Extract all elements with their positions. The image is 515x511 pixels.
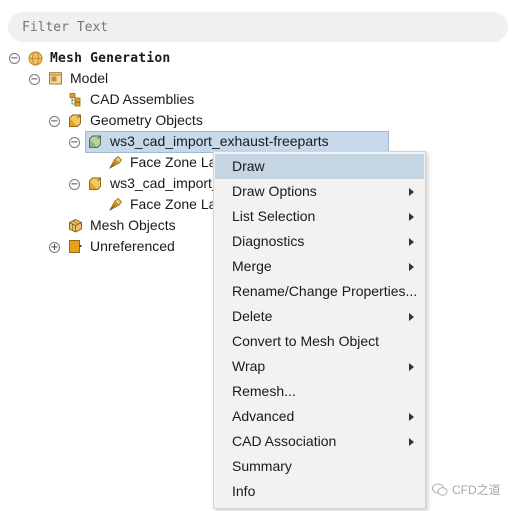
tree-item-face-zone-labels-2[interactable]: Face Zone La	[130, 196, 216, 212]
collapse-toggle-geom-item-1[interactable]: −	[69, 137, 80, 148]
tree-item-model[interactable]: Model	[70, 70, 108, 86]
menu-item-remesh[interactable]: Remesh...	[215, 379, 424, 404]
tree-item-mesh-generation[interactable]: Mesh Generation	[50, 51, 170, 66]
collapse-toggle-root[interactable]: −	[9, 53, 20, 64]
tree-item-geom-object-2[interactable]: ws3_cad_import_	[110, 175, 220, 191]
menu-item-cad-association[interactable]: CAD Association	[215, 429, 424, 454]
menu-item-summary[interactable]: Summary	[215, 454, 424, 479]
context-menu: Draw Draw Options List Selection Diagnos…	[213, 151, 426, 509]
menu-item-advanced[interactable]: Advanced	[215, 404, 424, 429]
menu-item-merge[interactable]: Merge	[215, 254, 424, 279]
expand-toggle-unreferenced[interactable]: +	[49, 242, 60, 253]
submenu-arrow-icon	[409, 438, 414, 446]
menu-item-wrap[interactable]: Wrap	[215, 354, 424, 379]
submenu-arrow-icon	[409, 213, 414, 221]
submenu-arrow-icon	[409, 413, 414, 421]
face-zone-labels-icon	[108, 155, 123, 170]
tree-item-geom-object-1[interactable]: ws3_cad_import_exhaust-freeparts	[110, 133, 329, 149]
filter-text-input[interactable]	[8, 12, 508, 42]
submenu-arrow-icon	[409, 263, 414, 271]
submenu-arrow-icon	[409, 238, 414, 246]
menu-item-list-selection[interactable]: List Selection	[215, 204, 424, 229]
menu-item-info[interactable]: Info	[215, 479, 424, 504]
watermark-text: CFD之道	[452, 483, 501, 497]
watermark: CFD之道	[432, 481, 501, 498]
menu-item-draw[interactable]: Draw	[215, 154, 424, 179]
menu-item-convert-to-mesh-object[interactable]: Convert to Mesh Object	[215, 329, 424, 354]
collapse-toggle-geometry-objects[interactable]: −	[49, 116, 60, 127]
tree-item-unreferenced[interactable]: Unreferenced	[90, 238, 175, 254]
geometry-object-green-icon	[89, 135, 101, 148]
face-zone-labels-icon	[108, 197, 123, 212]
geometry-objects-icon	[69, 114, 81, 127]
globe-icon	[28, 51, 43, 66]
submenu-arrow-icon	[409, 188, 414, 196]
menu-item-draw-options[interactable]: Draw Options	[215, 179, 424, 204]
tree-item-face-zone-labels-1[interactable]: Face Zone La	[130, 154, 216, 170]
menu-item-diagnostics[interactable]: Diagnostics	[215, 229, 424, 254]
geometry-object-orange-icon	[89, 177, 101, 190]
mesh-objects-icon	[69, 218, 82, 233]
tree-item-mesh-objects[interactable]: Mesh Objects	[90, 217, 176, 233]
cad-assemblies-icon	[69, 93, 81, 107]
unreferenced-icon	[69, 240, 82, 253]
submenu-arrow-icon	[409, 363, 414, 371]
collapse-toggle-geom-item-2[interactable]: −	[69, 179, 80, 190]
model-icon	[49, 72, 62, 85]
tree-item-cad-assemblies[interactable]: CAD Assemblies	[90, 91, 194, 107]
collapse-toggle-model[interactable]: −	[29, 74, 40, 85]
wechat-icon	[432, 483, 448, 496]
menu-item-rename-change-properties[interactable]: Rename/Change Properties...	[215, 279, 424, 304]
tree-item-geometry-objects[interactable]: Geometry Objects	[90, 112, 203, 128]
submenu-arrow-icon	[409, 313, 414, 321]
menu-item-delete[interactable]: Delete	[215, 304, 424, 329]
